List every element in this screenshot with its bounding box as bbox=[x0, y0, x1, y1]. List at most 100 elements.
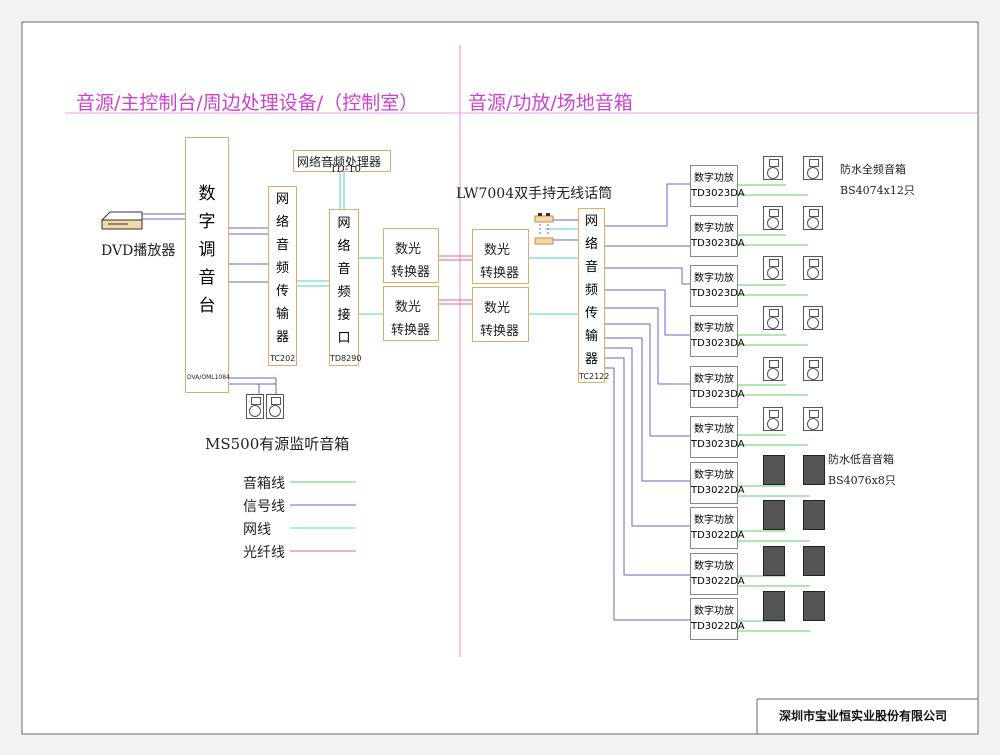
transmitter-right-char: 输 bbox=[584, 329, 598, 344]
converter-1-line2: 转换器 bbox=[391, 265, 431, 280]
full-range-speaker-icon bbox=[763, 357, 783, 381]
amplifier-model: TD3023DA bbox=[691, 439, 745, 450]
amplifier-name: 数字功放 bbox=[694, 424, 734, 435]
dvd-label: DVD播放器 bbox=[101, 243, 176, 259]
interface-char: 络 bbox=[337, 238, 351, 254]
subwoofer-icon bbox=[763, 591, 785, 621]
full-range-speaker-icon bbox=[803, 256, 823, 280]
full-range-speaker-model: BS4074x12只 bbox=[840, 184, 915, 197]
transmitter-right-char: 络 bbox=[584, 237, 598, 252]
interface-char: 网 bbox=[337, 215, 351, 231]
amplifier-name: 数字功放 bbox=[694, 323, 734, 334]
transmitter-left-char: 传 bbox=[275, 283, 289, 299]
transmitter-left-char: 络 bbox=[275, 214, 289, 230]
amplifier-model: TD3022DA bbox=[691, 485, 745, 496]
amplifier-model: TD3023DA bbox=[691, 389, 745, 400]
mixer-char: 调 bbox=[198, 239, 216, 260]
subwoofer-icon bbox=[803, 591, 825, 621]
sub-speaker-name: 防水低音音箱 bbox=[828, 453, 894, 466]
amplifier-name: 数字功放 bbox=[694, 515, 734, 526]
converter-4-line2: 转换器 bbox=[480, 324, 520, 339]
subwoofer-icon bbox=[763, 546, 785, 576]
transmitter-right-char: 频 bbox=[584, 283, 598, 298]
amplifier-2: 数字功放 TD3023DA bbox=[690, 215, 745, 257]
transmitter-left-char: 网 bbox=[275, 191, 289, 207]
interface-char: 口 bbox=[337, 330, 351, 346]
amplifier-name: 数字功放 bbox=[694, 173, 734, 184]
sub-speaker-model: BS4076x8只 bbox=[828, 474, 896, 487]
amplifier-name: 数字功放 bbox=[694, 470, 734, 481]
network-audio-transmitter-right: 网络音频传输器 bbox=[578, 208, 605, 383]
mixer-char: 数 bbox=[198, 183, 216, 204]
subwoofer-icon bbox=[803, 546, 825, 576]
full-range-speaker-icon bbox=[803, 357, 823, 381]
interface-model: TD8290 bbox=[330, 354, 362, 363]
full-range-speaker-icon bbox=[803, 407, 823, 431]
amplifier-9: 数字功放 TD3022DA bbox=[690, 553, 745, 595]
amplifier-10: 数字功放 TD3022DA bbox=[690, 598, 745, 640]
transmitter-left-char: 频 bbox=[275, 260, 289, 276]
transmitter-right-char: 传 bbox=[584, 306, 598, 321]
legend-label: 光纤线 bbox=[243, 545, 285, 561]
subwoofer-icon bbox=[803, 500, 825, 530]
digital-mixer: 数字调音台 bbox=[185, 137, 229, 393]
amplifier-model: TD3023DA bbox=[691, 188, 745, 199]
header-field: 音源/功放/场地音箱 bbox=[468, 92, 633, 114]
amplifier-5: 数字功放 TD3023DA bbox=[690, 366, 745, 408]
full-range-speaker-icon bbox=[763, 156, 783, 180]
legend-label: 信号线 bbox=[243, 499, 285, 515]
transmitter-left-char: 音 bbox=[275, 237, 289, 253]
amplifier-model: TD3022DA bbox=[691, 621, 745, 632]
converter-4-line1: 数光 bbox=[484, 301, 511, 316]
legend-label: 音箱线 bbox=[243, 476, 285, 492]
transmitter-right-char: 器 bbox=[584, 352, 598, 367]
amplifier-model: TD3023DA bbox=[691, 288, 745, 299]
full-range-speaker-icon bbox=[803, 306, 823, 330]
network-audio-transmitter-left: 网络音频传输器 bbox=[268, 186, 297, 366]
amplifier-model: TD3022DA bbox=[691, 530, 745, 541]
drawing-sheet: 音源/主控制台/周边处理设备/（控制室） 音源/功放/场地音箱 DVD播放器 数… bbox=[0, 0, 1000, 755]
amplifier-name: 数字功放 bbox=[694, 273, 734, 284]
amplifier-model: TD3022DA bbox=[691, 576, 745, 587]
subwoofer-icon bbox=[763, 500, 785, 530]
mixer-port-label: DVA/OML1084 bbox=[187, 374, 230, 381]
amplifier-8: 数字功放 TD3022DA bbox=[690, 507, 745, 549]
interface-char: 接 bbox=[337, 307, 351, 323]
amplifier-name: 数字功放 bbox=[694, 223, 734, 234]
dvd-player-icon bbox=[100, 211, 143, 230]
converter-2-line2: 转换器 bbox=[391, 323, 431, 338]
amplifier-1: 数字功放 TD3023DA bbox=[690, 165, 745, 207]
interface-char: 音 bbox=[337, 261, 351, 277]
mixer-char: 字 bbox=[198, 211, 216, 232]
interface-char: 频 bbox=[337, 284, 351, 300]
converter-2-line1: 数光 bbox=[395, 300, 422, 315]
full-range-speaker-icon bbox=[803, 206, 823, 230]
processor-model: TD-10 bbox=[330, 164, 361, 175]
amplifier-model: TD3023DA bbox=[691, 338, 745, 349]
wireless-mic-title: LW7004双手持无线话筒 bbox=[456, 186, 613, 202]
company-name: 深圳市宝业恒实业股份有限公司 bbox=[779, 709, 948, 723]
full-range-speaker-icon bbox=[763, 206, 783, 230]
amplifier-name: 数字功放 bbox=[694, 606, 734, 617]
full-range-speaker-icon bbox=[763, 306, 783, 330]
full-range-speaker-icon bbox=[803, 156, 823, 180]
subwoofer-icon bbox=[803, 455, 825, 485]
amplifier-name: 数字功放 bbox=[694, 561, 734, 572]
amplifier-3: 数字功放 TD3023DA bbox=[690, 265, 745, 307]
mixer-char: 音 bbox=[198, 267, 216, 288]
transmitter-left-char: 输 bbox=[275, 306, 289, 322]
amplifier-4: 数字功放 TD3023DA bbox=[690, 315, 745, 357]
transmitter-right-char: 网 bbox=[584, 214, 598, 229]
full-range-speaker-name: 防水全频音箱 bbox=[840, 163, 906, 176]
amplifier-name: 数字功放 bbox=[694, 374, 734, 385]
transmitter-right-char: 音 bbox=[584, 260, 598, 275]
converter-1-line1: 数光 bbox=[395, 242, 422, 257]
outer-frame bbox=[21, 21, 979, 735]
full-range-speaker-icon bbox=[763, 407, 783, 431]
amplifier-7: 数字功放 TD3022DA bbox=[690, 462, 745, 504]
amplifier-6: 数字功放 TD3023DA bbox=[690, 416, 745, 458]
amplifier-model: TD3023DA bbox=[691, 238, 745, 249]
converter-3-line2: 转换器 bbox=[480, 266, 520, 281]
mixer-char: 台 bbox=[198, 295, 216, 316]
monitor-label: MS500有源监听音箱 bbox=[205, 435, 350, 453]
